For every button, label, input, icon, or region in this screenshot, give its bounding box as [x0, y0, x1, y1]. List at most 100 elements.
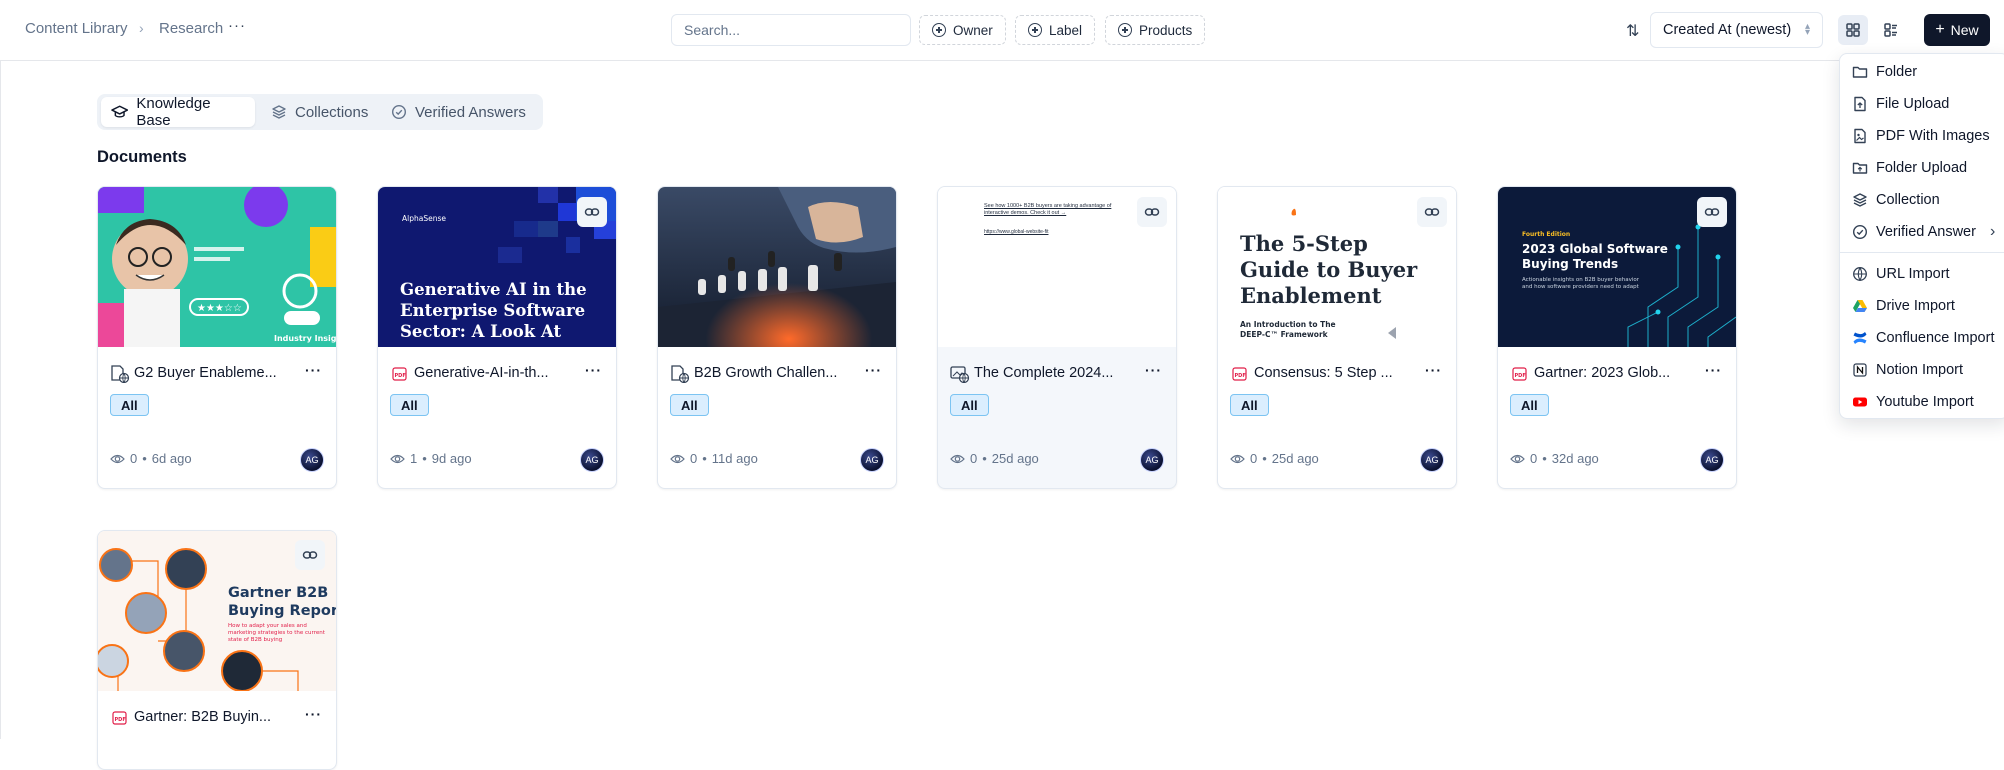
card-more-button[interactable]: ··· [1145, 362, 1162, 378]
sort-direction-icon[interactable]: ⇅ [1626, 21, 1639, 41]
document-card[interactable]: Fourth Edition 2023 Global Software Buyi… [1497, 186, 1737, 489]
card-title[interactable]: Generative-AI-in-th... [414, 365, 574, 381]
tab-knowledge-base[interactable]: Knowledge Base [101, 95, 255, 129]
owner-filter-label: Owner [953, 22, 993, 38]
menu-item-folder-upload[interactable]: Folder Upload [1840, 154, 2004, 182]
tab-collections-label: Collections [295, 103, 369, 121]
sort-select[interactable]: Created At (newest) ▴ ▾ [1650, 12, 1823, 48]
menu-item-url-import[interactable]: URL Import [1840, 260, 2004, 288]
top-bar: Content Library › Research ··· Owner Lab… [0, 0, 2004, 61]
owner-avatar[interactable]: AG [1420, 448, 1444, 472]
card-more-button[interactable]: ··· [585, 362, 602, 378]
view-count: 0 [970, 451, 978, 466]
owner-avatar[interactable]: AG [300, 448, 324, 472]
card-title[interactable]: Gartner: 2023 Glob... [1534, 365, 1694, 381]
owner-avatar[interactable]: AG [1140, 448, 1164, 472]
breadcrumb-root[interactable]: Content Library [25, 20, 128, 37]
card-stats: 0 • 25d ago [1230, 451, 1319, 466]
menu-item-file-upload[interactable]: File Upload [1840, 90, 2004, 118]
card-age: 32d ago [1551, 451, 1599, 466]
web-image-icon [950, 366, 970, 383]
thumbnail-brand: AlphaSense [402, 214, 446, 223]
copy-link-button[interactable] [295, 540, 325, 570]
card-more-button[interactable]: ··· [305, 706, 322, 722]
owner-filter-button[interactable]: Owner [919, 15, 1006, 45]
sidebar-divider [0, 61, 1, 739]
card-age: 11d ago [711, 451, 758, 466]
svg-text:PDF: PDF [1235, 373, 1246, 379]
access-badge: All [1230, 394, 1269, 416]
tab-collections[interactable]: Collections [261, 97, 378, 127]
document-card[interactable]: B2B Growth Challen... ··· All 0 • 11d ag… [657, 186, 897, 489]
card-more-button[interactable]: ··· [1705, 362, 1722, 378]
copy-link-button[interactable] [577, 197, 607, 227]
menu-item-label: Notion Import [1876, 362, 1964, 378]
breadcrumb-current[interactable]: Research [159, 20, 223, 37]
access-badge: All [1510, 394, 1549, 416]
menu-item-youtube-import[interactable]: Youtube Import [1840, 388, 2004, 416]
menu-item-pdf-with-images[interactable]: PDF With Images [1840, 122, 2004, 150]
products-filter-label: Products [1139, 22, 1193, 38]
new-button[interactable]: + New [1924, 14, 1990, 46]
owner-avatar[interactable]: AG [1700, 448, 1724, 472]
card-more-button[interactable]: ··· [865, 362, 882, 378]
card-stats: 0 • 25d ago [950, 451, 1039, 466]
card-stats: 0 • 6d ago [110, 451, 192, 466]
grid-view-button[interactable] [1838, 15, 1868, 45]
breadcrumb-more-button[interactable]: ··· [228, 17, 246, 34]
thumbnail-image: ★★★☆☆ Industry Insight [98, 187, 336, 347]
pdf-icon: PDF [112, 711, 127, 725]
menu-item-folder[interactable]: Folder [1840, 58, 2004, 86]
access-badge: All [670, 394, 709, 416]
card-title[interactable]: G2 Buyer Enableme... [134, 365, 294, 381]
copy-link-button[interactable] [1697, 197, 1727, 227]
menu-item-label: Youtube Import [1876, 394, 1974, 410]
view-count: 0 [1250, 451, 1258, 466]
stats-separator: • [702, 451, 707, 466]
card-title[interactable]: The Complete 2024... [974, 365, 1134, 381]
card-thumbnail: ★★★☆☆ Industry Insight [98, 187, 336, 347]
thumbnail-subtitle: An Introduction to The DEEP-C™ Framework [1240, 320, 1338, 339]
tab-verified-answers-label: Verified Answers [415, 103, 526, 121]
search-input[interactable] [671, 14, 911, 46]
new-button-label: New [1950, 22, 1979, 38]
google-drive-icon [1853, 300, 1867, 312]
card-more-button[interactable]: ··· [1425, 362, 1442, 378]
chevron-up-down-icon: ▴ ▾ [1804, 21, 1810, 38]
label-filter-button[interactable]: Label [1015, 15, 1096, 45]
card-title[interactable]: Gartner: B2B Buyin... [134, 709, 294, 725]
owner-avatar[interactable]: AG [860, 448, 884, 472]
menu-item-confluence-import[interactable]: Confluence Import [1840, 324, 2004, 352]
menu-item-label: Folder [1876, 64, 1918, 80]
graduation-cap-icon [111, 105, 129, 118]
eye-icon [110, 454, 125, 463]
thumbnail-subtitle: Actionable insights on B2B buyer behavio… [1522, 277, 1641, 290]
list-view-button[interactable] [1876, 15, 1906, 45]
document-card[interactable]: ★★★☆☆ Industry Insight G2 Buyer Enableme… [97, 186, 337, 489]
card-title[interactable]: Consensus: 5 Step ... [1254, 365, 1414, 381]
document-card[interactable]: See how 1000+ B2B buyers are taking adva… [937, 186, 1177, 489]
tab-verified-answers[interactable]: Verified Answers [381, 97, 536, 127]
card-stats: 0 • 32d ago [1510, 451, 1599, 466]
tab-knowledge-base-label: Knowledge Base [136, 95, 211, 129]
link-icon [1424, 208, 1440, 216]
eye-icon [390, 454, 405, 463]
owner-avatar[interactable]: AG [580, 448, 604, 472]
card-more-button[interactable]: ··· [305, 362, 322, 378]
menu-item-label: PDF With Images [1876, 128, 1990, 144]
sort-select-value: Created At (newest) [1663, 22, 1792, 38]
menu-item-notion-import[interactable]: Notion Import [1840, 356, 2004, 384]
document-card[interactable]: AlphaSense Generative AI in the Enterpri… [377, 186, 617, 489]
menu-item-collection[interactable]: Collection [1840, 186, 2004, 214]
document-card[interactable]: Gartner B2B Buying Report How to adapt y… [97, 530, 337, 770]
card-age: 9d ago [431, 451, 472, 466]
copy-link-button[interactable] [1417, 197, 1447, 227]
view-count: 0 [1530, 451, 1538, 466]
card-title[interactable]: B2B Growth Challen... [694, 365, 854, 381]
stats-separator: • [142, 451, 147, 466]
menu-item-verified-answer[interactable]: Verified Answer › [1840, 218, 2004, 246]
document-card[interactable]: The 5-Step Guide to Buyer Enablement An … [1217, 186, 1457, 489]
products-filter-button[interactable]: Products [1105, 15, 1206, 45]
menu-item-drive-import[interactable]: Drive Import [1840, 292, 2004, 320]
copy-link-button[interactable] [1137, 197, 1167, 227]
